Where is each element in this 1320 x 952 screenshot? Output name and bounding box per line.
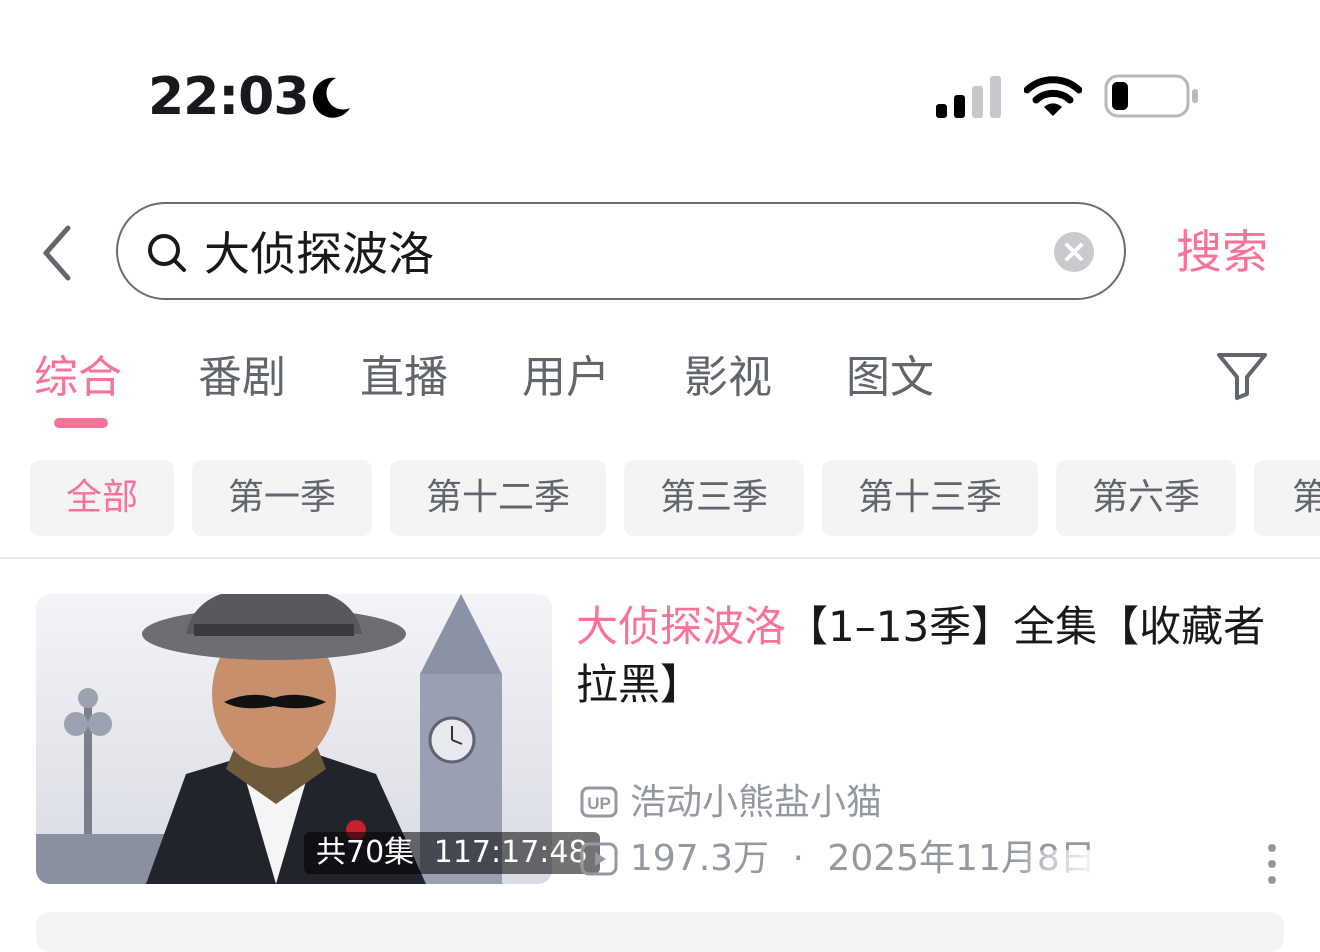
filter-icon[interactable] [1214,350,1270,402]
svg-text:UP: UP [587,794,611,813]
divider [0,557,1320,559]
chip-season-6[interactable]: 第六季 [1056,460,1236,536]
moon-icon [312,77,350,118]
chip-all[interactable]: 全部 [30,460,174,536]
wifi-icon [1024,76,1082,116]
cellular-signal-icon [936,76,1001,118]
chip-season-1[interactable]: 第一季 [192,460,372,536]
battery-low-icon [1104,74,1198,118]
uploader-name[interactable]: 浩动小熊盐小猫 [630,780,882,826]
up-badge-icon: UP [580,786,618,818]
video-title[interactable]: 大侦探波洛【1–13季】全集【收藏者拉黑】 [576,598,1276,714]
status-time: 22:03 [148,67,310,127]
chip-season-13[interactable]: 第十三季 [822,460,1038,536]
search-query-text[interactable]: 大侦探波洛 [204,226,434,282]
next-result-card[interactable] [36,912,1284,952]
more-vertical-icon[interactable] [1258,840,1286,888]
tab-anime[interactable]: 番剧 [198,350,286,406]
total-duration: 117:17:48 [433,835,588,870]
tab-comprehensive[interactable]: 综合 [34,350,122,406]
tab-live[interactable]: 直播 [360,350,448,406]
tab-users[interactable]: 用户 [522,350,610,406]
view-count: 197.3万 [630,838,770,879]
stat-separator: · [792,838,804,879]
chevron-left-icon[interactable] [38,224,78,282]
title-highlight: 大侦探波洛 [576,602,787,651]
play-count-icon [580,842,618,876]
active-tab-indicator [54,418,108,428]
search-button[interactable]: 搜索 [1176,222,1268,282]
chip-season-12[interactable]: 第十二季 [390,460,606,536]
chip-season-3[interactable]: 第三季 [624,460,804,536]
episode-count: 共70集 [316,835,415,870]
duration-badge: 共70集 117:17:48 [304,832,600,874]
clear-icon[interactable] [1054,232,1094,272]
tab-articles[interactable]: 图文 [846,350,934,406]
tab-film-tv[interactable]: 影视 [684,350,772,406]
chip-season-partial[interactable]: 第 [1254,460,1320,536]
search-icon [148,234,186,272]
